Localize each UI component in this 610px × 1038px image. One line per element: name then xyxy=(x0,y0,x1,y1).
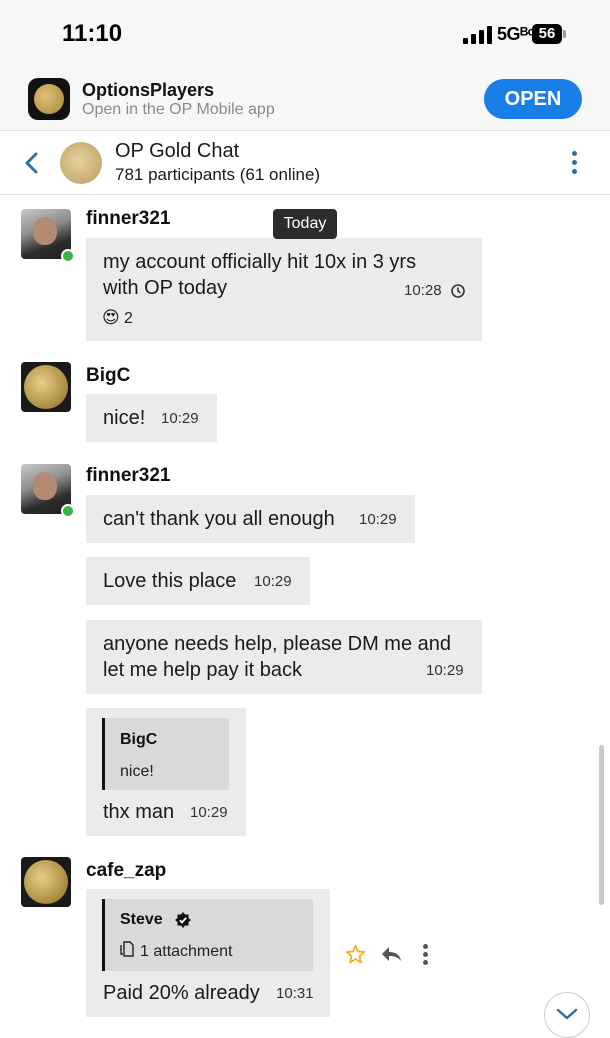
message-bubble[interactable]: Steve 1 attachment Paid 20% already 10:3… xyxy=(86,889,330,1017)
message-time: 10:29 xyxy=(254,573,292,590)
message-time: 10:29 xyxy=(161,410,199,427)
message-bubble[interactable]: BigC nice! thx man 10:29 xyxy=(86,708,246,836)
star-icon[interactable] xyxy=(345,944,366,965)
message-text: nice! xyxy=(103,407,146,429)
reaction-emoji[interactable]: 😍 xyxy=(102,308,120,328)
battery-icon: 56 xyxy=(532,24,562,44)
online-indicator xyxy=(61,249,75,263)
message-bubble[interactable]: can't thank you all enough 10:29 xyxy=(86,495,415,543)
message-text: let me help pay it back xyxy=(103,659,302,681)
message-text: my account officially hit 10x in 3 yrs xyxy=(103,251,417,273)
message-time: 10:29 xyxy=(190,804,228,821)
attachment-label: 1 attachment xyxy=(140,943,233,960)
chevron-down-icon xyxy=(556,1008,578,1020)
message-author[interactable]: finner321 xyxy=(86,465,170,487)
app-subtitle: Open in the OP Mobile app xyxy=(82,101,275,118)
message-bubble[interactable]: anyone needs help, please DM me and let … xyxy=(86,620,482,694)
chat-header: OP Gold Chat 781 participants (61 online… xyxy=(0,131,610,195)
app-name: OptionsPlayers xyxy=(82,80,215,100)
message-time: 10:31 xyxy=(276,985,314,1002)
avatar[interactable] xyxy=(21,362,71,412)
reply-icon[interactable] xyxy=(380,945,402,963)
message-time: 10:29 xyxy=(359,511,397,528)
battery-level: 56 xyxy=(538,25,556,42)
message-bubble[interactable]: Love this place 10:29 xyxy=(86,557,310,605)
quote-author: BigC xyxy=(120,731,158,748)
chat-title[interactable]: OP Gold Chat xyxy=(115,140,239,163)
status-time: 11:10 xyxy=(62,20,123,47)
message-text: Love this place xyxy=(103,570,237,592)
message-text: anyone needs help, please DM me and xyxy=(103,633,452,655)
verified-badge-icon xyxy=(175,912,191,928)
quoted-message[interactable]: Steve 1 attachment xyxy=(102,899,313,971)
more-vertical-icon[interactable] xyxy=(423,944,431,965)
app-logo-icon xyxy=(28,78,70,120)
message-text: Paid 20% already xyxy=(103,982,260,1004)
battery-cap xyxy=(563,30,566,38)
message-time: 10:29 xyxy=(426,662,464,679)
open-app-button[interactable]: OPEN xyxy=(484,79,582,119)
message-text: can't thank you all enough xyxy=(103,508,335,530)
more-vertical-icon[interactable] xyxy=(566,151,582,177)
scrollbar[interactable] xyxy=(599,745,604,905)
date-divider: Today xyxy=(273,209,337,239)
pending-clock-icon xyxy=(451,284,465,298)
avatar[interactable] xyxy=(21,857,71,907)
participants-count: 781 participants (61 online) xyxy=(115,165,321,184)
back-chevron-icon[interactable] xyxy=(22,150,42,176)
message-bubble[interactable]: nice! 10:29 xyxy=(86,394,217,442)
signal-icon xyxy=(463,26,493,44)
message-author[interactable]: BigC xyxy=(86,365,130,387)
online-indicator xyxy=(61,504,75,518)
message-author[interactable]: finner321 xyxy=(86,208,170,230)
quote-text: nice! xyxy=(120,763,154,780)
message-author[interactable]: cafe_zap xyxy=(86,860,166,882)
quoted-message[interactable]: BigC nice! xyxy=(102,718,229,790)
quote-author: Steve xyxy=(120,911,163,928)
attachment-icon xyxy=(120,941,134,957)
message-text: with OP today xyxy=(103,277,228,299)
message-time: 10:28 xyxy=(404,282,442,299)
message-text: thx man xyxy=(103,801,175,823)
app-banner: OptionsPlayers Open in the OP Mobile app… xyxy=(0,70,610,131)
message-bubble[interactable]: my account officially hit 10x in 3 yrs w… xyxy=(86,238,482,341)
reaction-count: 2 xyxy=(124,310,133,327)
network-label: 5Gᴮᶜ xyxy=(497,24,535,44)
status-bar: 11:10 5Gᴮᶜ 56 xyxy=(0,0,610,70)
chat-avatar[interactable] xyxy=(60,142,102,184)
scroll-to-bottom-button[interactable] xyxy=(544,992,590,1038)
